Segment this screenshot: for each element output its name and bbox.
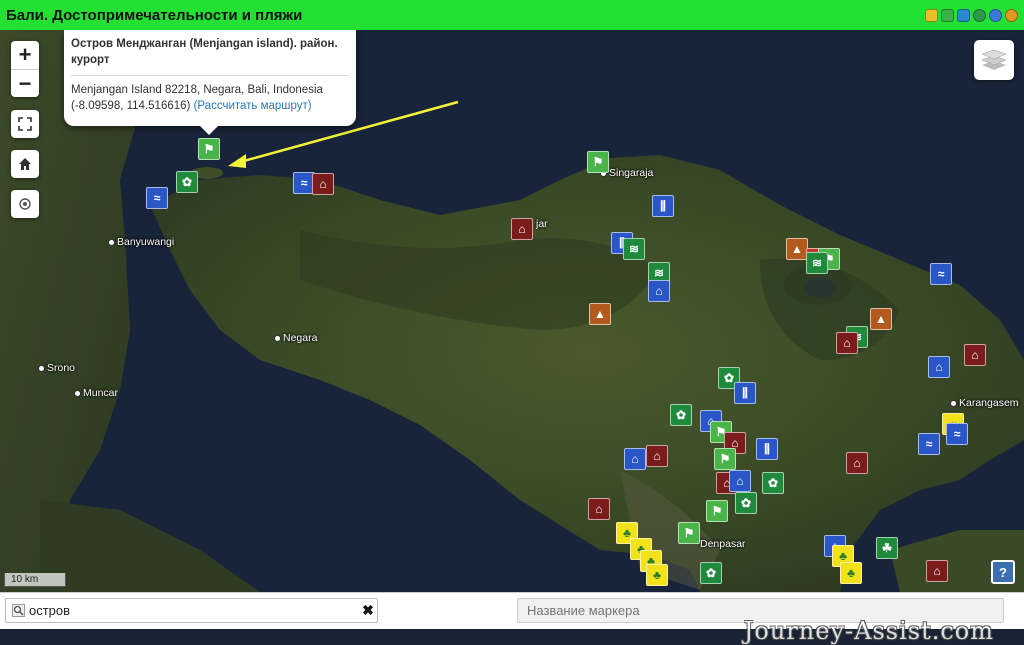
- paw-marker[interactable]: ☘: [876, 537, 898, 559]
- edit-icon[interactable]: [925, 8, 938, 22]
- toolbar-icons: [925, 8, 1018, 22]
- label-negara: Negara: [274, 332, 317, 344]
- diving-marker[interactable]: ≈: [918, 433, 940, 455]
- waterfall-marker[interactable]: ⫼: [734, 382, 756, 404]
- fullscreen-button[interactable]: [11, 110, 39, 138]
- temple-marker[interactable]: ⌂: [836, 332, 858, 354]
- app-title: Бали. Достопримечательности и пляжи: [6, 6, 303, 24]
- temple-marker[interactable]: ⌂: [926, 560, 948, 582]
- share-icon[interactable]: [957, 8, 970, 22]
- route-link[interactable]: (Рассчитать маршрут): [194, 100, 312, 112]
- popup-coords: (-8.09598, 114.516616): [71, 100, 191, 112]
- temple-marker[interactable]: ⌂: [646, 445, 668, 467]
- mountain-marker[interactable]: ▲: [786, 238, 808, 260]
- map-view[interactable]: Banyuwangi Negara Srono Muncar Singaraja…: [0, 30, 1024, 592]
- popup-title: Остров Менджанган (Menjangan island). ра…: [71, 38, 338, 66]
- clear-search-icon[interactable]: ✖: [359, 602, 377, 619]
- locate-button[interactable]: [11, 190, 39, 218]
- temple-marker[interactable]: ⌂: [511, 218, 533, 240]
- watermark: Journey-Assist.com: [743, 617, 994, 645]
- flag-marker[interactable]: ⚑: [587, 151, 609, 173]
- flag-marker[interactable]: ⚑: [678, 522, 700, 544]
- temple-marker[interactable]: ⌂: [588, 498, 610, 520]
- scale-bar: 10 km: [4, 573, 66, 587]
- building-marker[interactable]: ⌂: [928, 356, 950, 378]
- label-banyuwangi: Banyuwangi: [108, 236, 174, 248]
- search-icon: [11, 604, 25, 618]
- search-input[interactable]: [25, 602, 359, 619]
- flag-marker-menjangan[interactable]: ⚑: [198, 138, 220, 160]
- link-icon[interactable]: [989, 8, 1002, 22]
- expand-icon: [18, 117, 32, 131]
- building-marker[interactable]: ⌂: [648, 280, 670, 302]
- fullscreen-icon[interactable]: [941, 8, 954, 22]
- flag-marker[interactable]: ⚑: [714, 448, 736, 470]
- label-karangasem: Karangasem: [950, 397, 1019, 409]
- title-bar: Бали. Достопримечательности и пляжи: [0, 0, 1024, 30]
- locate-icon: [19, 198, 31, 210]
- beach-marker[interactable]: ♣: [646, 564, 668, 586]
- diving-marker[interactable]: ≈: [946, 423, 968, 445]
- info-icon[interactable]: [1005, 8, 1018, 22]
- flower-marker[interactable]: ✿: [176, 171, 198, 193]
- hotspring-marker[interactable]: ≋: [806, 252, 828, 274]
- popup-address-text: Menjangan Island 82218, Negara, Bali, In…: [71, 84, 323, 96]
- flower-marker[interactable]: ✿: [670, 404, 692, 426]
- waterfall-marker[interactable]: ⫼: [756, 438, 778, 460]
- flower-marker[interactable]: ✿: [762, 472, 784, 494]
- marker-popup: Остров Менджанган (Menjangan island). ра…: [64, 30, 356, 135]
- beach-marker[interactable]: ♣: [840, 562, 862, 584]
- home-icon: [19, 158, 31, 170]
- zoom-out-button[interactable]: −: [11, 70, 39, 98]
- popup-tip: [200, 126, 218, 135]
- temple-marker[interactable]: ⌂: [312, 173, 334, 195]
- home-button[interactable]: [11, 150, 39, 178]
- layers-button[interactable]: [974, 40, 1014, 80]
- label-seririt: jar: [536, 218, 548, 230]
- zoom-control: + −: [11, 41, 39, 97]
- popup-divider: [71, 75, 349, 76]
- zoom-in-button[interactable]: +: [11, 41, 39, 70]
- building-marker[interactable]: ⌂: [624, 448, 646, 470]
- flower-marker[interactable]: ✿: [700, 562, 722, 584]
- flag-marker[interactable]: ⚑: [706, 500, 728, 522]
- flower-marker[interactable]: ✿: [735, 492, 757, 514]
- building-marker[interactable]: ⌂: [729, 470, 751, 492]
- temple-marker[interactable]: ⌂: [964, 344, 986, 366]
- hotspring-marker[interactable]: ≋: [623, 238, 645, 260]
- temple-marker[interactable]: ⌂: [846, 452, 868, 474]
- globe-icon[interactable]: [973, 8, 986, 22]
- diving-marker[interactable]: ≈: [930, 263, 952, 285]
- label-srono: Srono: [38, 362, 75, 374]
- mountain-marker[interactable]: ▲: [589, 303, 611, 325]
- search-box: ✖: [5, 598, 378, 623]
- label-muncar: Muncar: [74, 387, 118, 399]
- waterfall-marker[interactable]: ⫼: [652, 195, 674, 217]
- help-button[interactable]: ?: [991, 560, 1015, 584]
- diving-marker[interactable]: ≈: [146, 187, 168, 209]
- label-denpasar: Denpasar: [700, 538, 746, 550]
- popup-address: Menjangan Island 82218, Negara, Bali, In…: [71, 82, 349, 114]
- layers-icon: [981, 49, 1007, 70]
- mountain-marker[interactable]: ▲: [870, 308, 892, 330]
